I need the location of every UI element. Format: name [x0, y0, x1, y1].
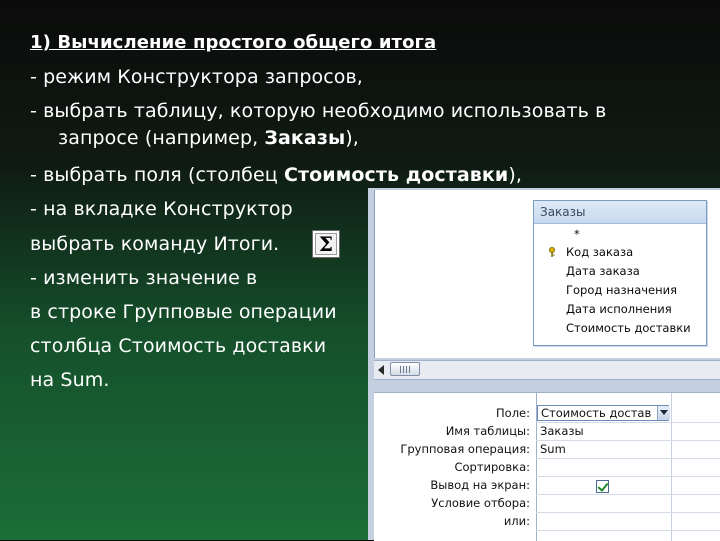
horizontal-scrollbar[interactable] — [374, 360, 720, 380]
chevron-down-icon[interactable] — [657, 406, 670, 420]
sigma-icon: Σ — [318, 232, 334, 256]
field-value[interactable]: Стоимость достав — [541, 406, 655, 420]
label-table: Имя таблицы: — [445, 424, 530, 438]
step-5-line3: столбца Стоимость доставки — [30, 335, 327, 357]
field-all[interactable]: * — [574, 227, 580, 241]
scroll-thumb[interactable] — [390, 362, 420, 376]
label-field: Поле: — [496, 406, 530, 420]
field-order-date[interactable]: Дата заказа — [566, 264, 640, 278]
step-3-end: ), — [508, 164, 522, 186]
step-5: - изменить значение в — [30, 267, 258, 289]
label-sort: Сортировка: — [454, 460, 530, 474]
show-checkbox[interactable] — [596, 480, 609, 493]
key-icon — [549, 247, 555, 257]
table-name-bold: Заказы — [264, 127, 346, 149]
design-grid: Поле: Имя таблицы: Групповая операция: С… — [374, 392, 720, 541]
scroll-left-icon[interactable] — [378, 365, 384, 375]
label-show: Вывод на экран: — [430, 478, 530, 492]
column-name-bold: Стоимость доставки — [283, 164, 509, 186]
slide-heading: 1) Вычисление простого общего итога — [30, 32, 437, 53]
step-2-end: ), — [345, 127, 359, 149]
field-completion-date[interactable]: Дата исполнения — [566, 302, 672, 316]
field-list: * Код заказа Дата заказа Город назначени… — [534, 225, 702, 343]
group-operation-value[interactable]: Sum — [540, 442, 566, 456]
step-2-text: запросе (например, — [58, 127, 265, 149]
step-2-continuation: запросе (например, Заказы), — [58, 127, 359, 149]
table-title[interactable]: Заказы — [534, 201, 706, 224]
field-shipping-cost[interactable]: Стоимость доставки — [566, 321, 691, 335]
step-2: - выбрать таблицу, которую необходимо ис… — [30, 100, 607, 122]
step-5-line2: в строке Групповые операции — [30, 301, 337, 323]
step-3: - выбрать поля (столбец Стоимость достав… — [30, 164, 522, 186]
table-box-orders[interactable]: Заказы * Код заказа Дата заказа Город на… — [533, 200, 707, 346]
field-order-id[interactable]: Код заказа — [566, 245, 633, 259]
table-value[interactable]: Заказы — [540, 424, 584, 438]
step-1: - режим Конструктора запросов, — [30, 66, 363, 88]
label-criteria: Условие отбора: — [431, 496, 530, 510]
grid-row-labels: Поле: Имя таблицы: Групповая операция: С… — [374, 393, 534, 541]
label-group-operation: Групповая операция: — [400, 442, 530, 456]
step-5-line4: на Sum. — [30, 369, 110, 391]
step-3-text: - выбрать поля (столбец — [30, 164, 284, 186]
step-4: - на вкладке Конструктор — [30, 198, 293, 220]
totals-sigma-button[interactable]: Σ — [312, 230, 340, 258]
table-pane: Заказы * Код заказа Дата заказа Город на… — [374, 190, 720, 358]
step-4-continuation: выбрать команду Итоги. — [30, 233, 280, 255]
field-destination-city[interactable]: Город назначения — [566, 283, 677, 297]
query-designer: Заказы * Код заказа Дата заказа Город на… — [368, 188, 720, 541]
label-or: или: — [503, 514, 530, 528]
